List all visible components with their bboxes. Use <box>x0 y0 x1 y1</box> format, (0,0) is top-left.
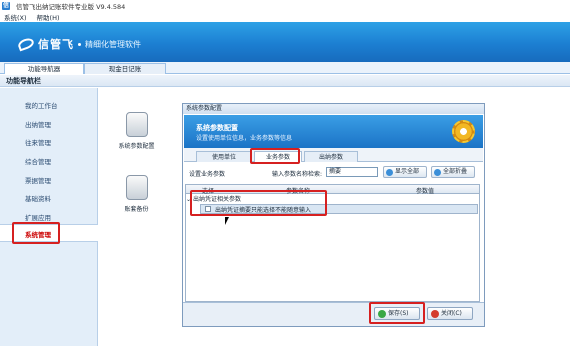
nav-panel-header: 功能导航栏 <box>0 75 570 87</box>
menu-bar: 系统(X) 帮助(H) <box>0 11 570 22</box>
button-label: 全部折叠 <box>443 168 468 175</box>
sidebar-item-accounts[interactable]: 往来管理 <box>25 137 51 147</box>
close-icon <box>431 310 439 318</box>
window-titlebar: 信 信管飞出纳记账软件专业版 V9.4.584 <box>0 0 570 11</box>
sidebar-item-basic-data[interactable]: 基础资料 <box>25 193 51 203</box>
search-input[interactable]: 摘要 <box>326 167 378 177</box>
dialog-header: 系统参数配置 设置使用单位信息，业务参数等信息 <box>184 115 483 148</box>
close-button[interactable]: 关闭(C) <box>427 307 473 320</box>
brand-name: 信管飞 <box>38 38 74 51</box>
collapse-icon <box>434 169 441 176</box>
tab-function-navigator[interactable]: 功能导航器 <box>4 63 84 74</box>
expand-icon <box>386 169 393 176</box>
sidebar: 我的工作台 出纳管理 往来管理 综合管理 票据管理 基础资料 扩展应用 系统管理 <box>0 88 98 346</box>
col-param-value: 参数值 <box>416 188 435 195</box>
highlight-box-save <box>369 302 425 324</box>
button-label: 显示全部 <box>395 168 420 175</box>
header-banner: 信管飞 精细化管理软件 <box>0 22 570 62</box>
collapse-all-button[interactable]: 全部折叠 <box>431 166 475 178</box>
window-title: 信管飞出纳记账软件专业版 V9.4.584 <box>16 2 126 11</box>
tab-unit[interactable]: 使用单位 <box>196 151 252 162</box>
button-label: 关闭(C) <box>441 310 462 317</box>
highlight-box-tab <box>250 148 300 164</box>
brand-logo: 信管飞 精细化管理软件 <box>16 36 141 52</box>
brand-swoosh-icon <box>16 36 36 52</box>
sidebar-item-extensions[interactable]: 扩展应用 <box>25 212 51 222</box>
tool-label: 系统参数配置 <box>118 143 155 150</box>
brand-separator <box>78 42 81 46</box>
dialog-header-title: 系统参数配置 <box>196 124 238 132</box>
tool-system-settings[interactable]: 系统参数配置 <box>114 112 159 150</box>
menu-help[interactable]: 帮助(H) <box>37 12 60 22</box>
sidebar-item-workbench[interactable]: 我的工作台 <box>25 100 58 110</box>
dialog-tabs: 使用单位 业务参数 出纳参数 <box>184 148 483 162</box>
highlight-box-param <box>190 190 327 216</box>
tool-backup[interactable]: 账套备份 <box>114 175 159 213</box>
sidebar-item-bills[interactable]: 票据管理 <box>25 175 51 185</box>
sidebar-item-cashier[interactable]: 出纳管理 <box>25 119 51 129</box>
dialog-title: 系统参数配置 <box>183 104 484 114</box>
app-logo-icon: 信 <box>2 1 10 10</box>
tab-cash-journal[interactable]: 现金日记账 <box>84 63 166 74</box>
tool-label: 账套备份 <box>124 206 149 213</box>
mouse-cursor <box>225 217 229 225</box>
menu-system[interactable]: 系统(X) <box>4 12 27 22</box>
brand-tagline: 精细化管理软件 <box>85 39 141 49</box>
backup-icon <box>125 175 148 200</box>
sidebar-item-general[interactable]: 综合管理 <box>25 156 51 166</box>
highlight-box-system <box>12 222 60 244</box>
tab-cashier-params[interactable]: 出纳参数 <box>304 151 358 162</box>
dialog-header-subtitle: 设置使用单位信息，业务参数等信息 <box>196 135 293 142</box>
row-label: 设置业务参数 <box>189 171 226 178</box>
database-settings-icon <box>125 112 148 137</box>
main-tabs: 功能导航器 现金日记账 <box>0 62 570 74</box>
search-label: 输入参数名称检索: <box>272 171 323 178</box>
show-all-button[interactable]: 显示全部 <box>383 166 427 178</box>
gear-icon <box>452 120 475 143</box>
